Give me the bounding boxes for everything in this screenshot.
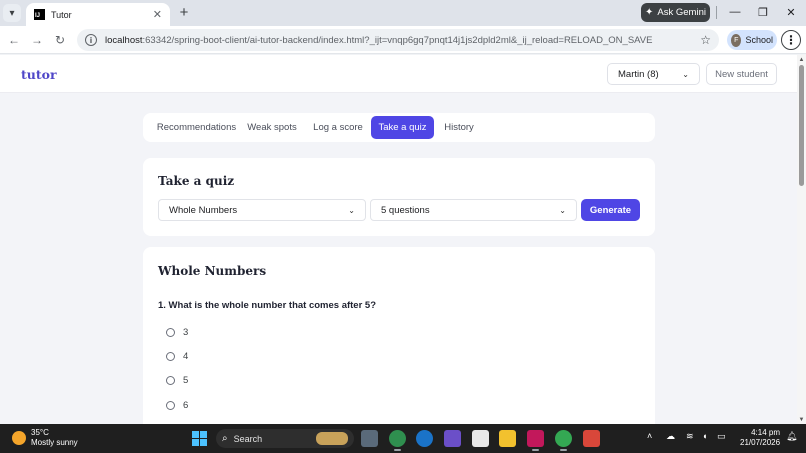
tab-search-chevron-icon[interactable]: ▾ — [3, 4, 21, 22]
forward-arrow-icon[interactable]: → — [28, 31, 46, 49]
scroll-down-arrow-icon[interactable]: ▼ — [797, 417, 806, 423]
browser-tab[interactable]: IJ Tutor ✕ — [26, 3, 170, 26]
file-explorer-icon[interactable] — [499, 430, 516, 447]
weather-condition: Mostly sunny — [31, 438, 78, 447]
copilot-icon[interactable] — [444, 430, 461, 447]
search-icon: ⌕ — [222, 433, 228, 444]
answer-option[interactable]: 4 — [166, 351, 188, 362]
page-scrollbar[interactable]: ▲ ▼ — [797, 55, 806, 424]
weather-widget[interactable]: 35°C Mostly sunny — [12, 428, 78, 448]
question-text: 1. What is the whole number that comes a… — [158, 300, 377, 311]
scroll-up-arrow-icon[interactable]: ▲ — [797, 57, 806, 63]
volume-icon[interactable]: ◖ — [702, 431, 707, 441]
tab-title: Tutor — [51, 9, 72, 20]
question-count-value: 5 questions — [381, 204, 430, 216]
generate-button[interactable]: Generate — [581, 199, 640, 221]
temperature: 35°C — [31, 428, 49, 437]
radio-button[interactable] — [166, 352, 175, 361]
answer-option-label: 4 — [183, 351, 189, 362]
page-viewport: tutor Martin (8) ⌄ New student Recommend… — [0, 55, 797, 424]
onedrive-icon[interactable]: ☁ — [666, 431, 675, 442]
browser-menu-icon[interactable]: ⋮ — [781, 30, 801, 50]
new-student-button[interactable]: New student — [706, 63, 777, 85]
browser-tab-strip: ▾ IJ Tutor ✕ + ✦ Ask Gemini — ❐ ✕ — [0, 0, 806, 26]
reload-icon[interactable]: ↻ — [51, 31, 69, 49]
clock[interactable]: 4:14 pm 21/07/2026 — [740, 428, 780, 448]
intellij-icon[interactable] — [527, 430, 544, 451]
time: 4:14 pm — [751, 428, 780, 437]
tab-log-a-score[interactable]: Log a score — [308, 116, 368, 139]
back-arrow-icon[interactable]: ← — [5, 31, 23, 49]
taskbar-search[interactable]: ⌕ Search — [216, 429, 354, 448]
answer-option[interactable]: 5 — [166, 375, 188, 386]
url-host: localhost — [105, 34, 143, 46]
student-select-value: Martin (8) — [618, 68, 659, 80]
chevron-down-icon: ⌄ — [682, 69, 689, 79]
snipping-tool-icon[interactable] — [583, 430, 600, 447]
bookmark-star-icon[interactable]: ☆ — [700, 33, 711, 47]
site-info-icon[interactable]: i — [85, 34, 97, 46]
app-logo[interactable]: tutor — [21, 67, 57, 82]
answer-option[interactable]: 6 — [166, 400, 188, 411]
ask-gemini-label: Ask Gemini — [657, 7, 706, 18]
answer-option-label: 3 — [183, 327, 189, 338]
minimize-icon[interactable]: — — [726, 4, 744, 20]
search-highlight-image — [316, 432, 348, 445]
chrome-profile-icon[interactable] — [389, 430, 406, 451]
tab-recommendations[interactable]: Recommendations — [148, 116, 245, 139]
weather-sun-icon — [12, 431, 26, 445]
close-window-icon[interactable]: ✕ — [782, 4, 800, 20]
date: 21/07/2026 — [740, 438, 781, 447]
url-path: :63342/spring-boot-client/ai-tutor-backe… — [142, 34, 653, 46]
radio-button[interactable] — [166, 376, 175, 385]
section-tabs: Recommendations Weak spots Log a score T… — [143, 113, 655, 142]
battery-icon[interactable]: ▭ — [717, 431, 726, 442]
chevron-down-icon: ⌄ — [348, 205, 355, 215]
weather-text: 35°C Mostly sunny — [31, 428, 78, 448]
browser-toolbar: ← → ↻ i localhost:63342/spring-boot-clie… — [0, 26, 806, 54]
radio-button[interactable] — [166, 401, 175, 410]
answer-option-label: 6 — [183, 400, 189, 411]
tab-take-a-quiz[interactable]: Take a quiz — [371, 116, 434, 139]
edge-icon[interactable] — [416, 430, 433, 447]
gemini-sparkle-icon: ✦ — [645, 7, 654, 18]
quiz-setup-card: Take a quiz Whole Numbers ⌄ 5 questions … — [143, 158, 655, 236]
student-select[interactable]: Martin (8) ⌄ — [607, 63, 700, 85]
tray-overflow-chevron-icon[interactable]: ˄ — [647, 431, 652, 441]
intellij-favicon-icon: IJ — [34, 9, 45, 20]
microsoft-store-icon[interactable] — [472, 430, 489, 447]
profile-button[interactable]: F School — [727, 30, 777, 50]
restore-icon[interactable]: ❐ — [754, 4, 772, 20]
answer-option-label: 5 — [183, 375, 189, 386]
answer-option[interactable]: 3 — [166, 327, 188, 338]
scrollbar-thumb[interactable] — [799, 65, 804, 186]
tab-weak-spots[interactable]: Weak spots — [243, 116, 301, 139]
wifi-icon[interactable]: ≋ — [686, 431, 694, 442]
tab-close-icon[interactable]: ✕ — [153, 8, 162, 21]
toolbar-divider — [716, 6, 717, 19]
tab-history[interactable]: History — [439, 116, 479, 139]
start-windows-icon[interactable] — [191, 430, 208, 447]
quiz-questions-card: Whole Numbers 1. What is the whole numbe… — [143, 247, 655, 424]
profile-label: School — [745, 35, 773, 45]
task-view-icon[interactable] — [361, 430, 378, 447]
chevron-down-icon: ⌄ — [559, 205, 566, 215]
notifications-bell-icon[interactable]: 🔔︎ — [786, 431, 797, 442]
chrome-icon[interactable] — [555, 430, 572, 451]
search-label: Search — [233, 433, 263, 444]
question-count-select[interactable]: 5 questions ⌄ — [370, 199, 577, 221]
address-bar[interactable]: i localhost:63342/spring-boot-client/ai-… — [77, 29, 719, 51]
new-tab-plus-icon[interactable]: + — [176, 4, 192, 20]
quiz-setup-title: Take a quiz — [158, 174, 235, 188]
topic-select-value: Whole Numbers — [169, 204, 238, 216]
topic-select[interactable]: Whole Numbers ⌄ — [158, 199, 366, 221]
taskbar: 35°C Mostly sunny ⌕ Search ˄ ☁ ≋ ◖ ▭ 4:1… — [0, 424, 806, 453]
quiz-topic-title: Whole Numbers — [158, 264, 267, 278]
profile-avatar: F — [731, 33, 742, 47]
app-header: tutor Martin (8) ⌄ New student — [0, 55, 797, 93]
url-text[interactable]: localhost:63342/spring-boot-client/ai-tu… — [105, 35, 700, 46]
radio-button[interactable] — [166, 328, 175, 337]
ask-gemini-button[interactable]: ✦ Ask Gemini — [641, 3, 710, 22]
